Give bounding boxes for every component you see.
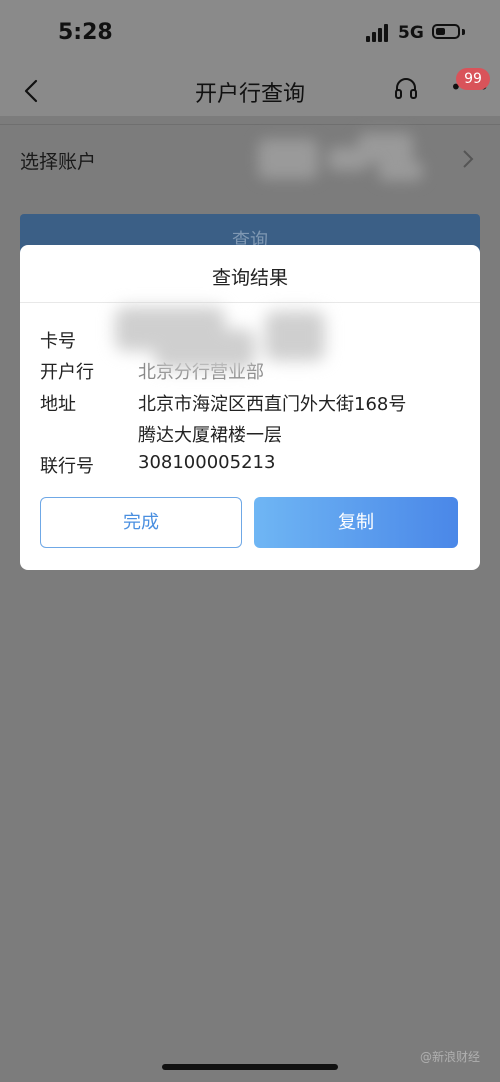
dialog-title: 查询结果 bbox=[211, 267, 288, 289]
address-value-line2: 腾达大厦裙楼一层 bbox=[138, 425, 282, 446]
address-value: 北京市海淀区西直门外大街168号 bbox=[138, 394, 407, 415]
notification-badge: 99 bbox=[456, 68, 490, 90]
signal-icon bbox=[366, 24, 392, 42]
battery-icon bbox=[432, 24, 460, 39]
bank-label: 开户行 bbox=[40, 362, 94, 383]
bank-code-label: 联行号 bbox=[40, 456, 94, 477]
card-number-label: 卡号 bbox=[40, 331, 76, 352]
page-title: 开户行查询 bbox=[194, 82, 305, 107]
battery-tip bbox=[462, 29, 465, 35]
done-button[interactable]: 完成 bbox=[40, 497, 242, 548]
network-type: 5G bbox=[398, 23, 424, 43]
status-bar: 5:28 5G bbox=[0, 0, 500, 66]
divider bbox=[20, 302, 480, 303]
account-selector[interactable]: 选择账户 bbox=[0, 124, 500, 195]
chevron-right-icon bbox=[463, 150, 474, 168]
address-label: 地址 bbox=[40, 394, 76, 415]
status-time: 5:28 bbox=[58, 20, 113, 45]
watermark: @新浪财经 bbox=[420, 1050, 481, 1064]
copy-button[interactable]: 复制 bbox=[254, 497, 458, 548]
battery-level bbox=[436, 28, 445, 35]
nav-bar: 开户行查询 ••• 99 bbox=[0, 66, 500, 116]
account-label: 选择账户 bbox=[20, 151, 97, 173]
headset-icon[interactable] bbox=[393, 76, 419, 102]
account-value-redacted bbox=[258, 133, 428, 185]
home-indicator[interactable] bbox=[162, 1064, 338, 1070]
bank-code-value: 308100005213 bbox=[138, 452, 276, 473]
redaction-blur bbox=[115, 307, 335, 379]
result-dialog: 查询结果 卡号 开户行 北京分行营业部 地址 北京市海淀区西直门外大街168号 … bbox=[20, 245, 480, 570]
